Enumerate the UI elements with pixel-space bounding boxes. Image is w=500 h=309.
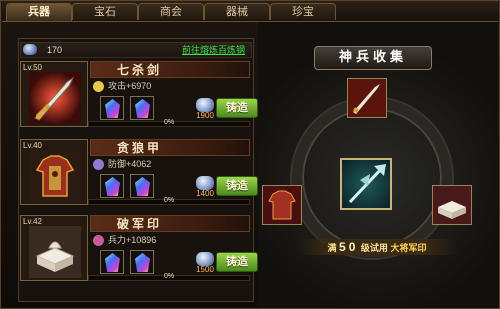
troops-icon [93, 235, 104, 246]
refined-steel-icon [23, 44, 37, 55]
item-thumbnail[interactable]: Lv.40 [20, 139, 88, 205]
crystal-icon [135, 99, 150, 118]
collection-slot-sword[interactable] [347, 78, 387, 118]
item-name: 破军印 [117, 217, 163, 231]
collection-center-weapon[interactable] [340, 158, 392, 210]
gem-slot[interactable] [100, 96, 124, 120]
seal-icon [433, 186, 471, 224]
weapon-item-seal: Lv.42 破军印 兵力+10896 1500 铸造 0% [20, 215, 258, 281]
item-stat-row: 兵力+10896 [92, 234, 250, 248]
forge-cost: 1400 [194, 176, 216, 198]
collection-footer: 满 50 级试用 大将军印 [298, 239, 456, 255]
forge-button[interactable]: 铸造 [216, 176, 258, 196]
progress-label: 0% [163, 197, 175, 204]
footer-mid: 级试用 [360, 243, 388, 253]
tab-bar: 兵器 宝石 商会 器械 珍宝 [2, 1, 498, 22]
item-stat-row: 攻击+6970 [92, 80, 250, 94]
gem-slot[interactable] [100, 250, 124, 274]
item-stat: 防御+4062 [108, 159, 152, 169]
item-stat: 兵力+10896 [108, 235, 157, 245]
armor-icon [263, 186, 301, 224]
gem-slot[interactable] [100, 174, 124, 198]
item-name-bar: 破军印 [90, 215, 250, 232]
tab-weapons[interactable]: 兵器 [6, 3, 72, 21]
steel-count: 170 [47, 45, 63, 55]
sword-icon [348, 79, 386, 117]
item-name-bar: 七杀剑 [90, 61, 250, 78]
item-stat: 攻击+6970 [108, 81, 152, 91]
crystal-icon [105, 99, 120, 118]
gem-slot[interactable] [130, 250, 154, 274]
progress-label: 0% [163, 119, 175, 126]
refined-steel-icon [196, 252, 214, 266]
refined-steel-icon [196, 98, 214, 112]
defense-icon [93, 159, 104, 170]
footer-prefix: 满 [327, 243, 337, 253]
seal-icon [29, 226, 81, 278]
forge-cost: 1900 [194, 98, 216, 120]
collection-slot-seal[interactable] [432, 185, 472, 225]
tab-machinery[interactable]: 器械 [204, 3, 270, 20]
crystal-icon [105, 177, 120, 196]
halberd-icon [348, 164, 386, 204]
weapon-item-armor: Lv.40 贪狼甲 防御+4062 1400 铸造 0% [20, 139, 258, 205]
forge-button[interactable]: 铸造 [216, 252, 258, 272]
collection-title: 神兵收集 [314, 46, 432, 70]
crystal-icon [105, 253, 120, 272]
footer-reward: 大将军印 [390, 243, 427, 253]
forge-progress-bar: 0% [88, 119, 250, 127]
resource-bar: 170 前往熔炼百炼钢 [20, 42, 252, 58]
item-thumbnail[interactable]: Lv.42 [20, 215, 88, 281]
item-name-bar: 贪狼甲 [90, 139, 250, 156]
forge-button[interactable]: 铸造 [216, 98, 258, 118]
progress-label: 0% [163, 273, 175, 280]
gem-slot[interactable] [130, 96, 154, 120]
item-level: Lv.50 [23, 63, 42, 72]
forge-progress-bar: 0% [88, 197, 250, 205]
footer-level: 50 [339, 240, 359, 254]
item-level: Lv.42 [23, 217, 42, 226]
item-level: Lv.40 [23, 141, 42, 150]
weapon-item-sword: Lv.50 七杀剑 攻击+6970 1900 铸造 0% [20, 61, 258, 127]
sword-icon [29, 72, 81, 124]
crystal-icon [135, 253, 150, 272]
item-thumbnail[interactable]: Lv.50 [20, 61, 88, 127]
item-name: 贪狼甲 [117, 141, 163, 155]
item-stat-row: 防御+4062 [92, 158, 250, 172]
tab-guild[interactable]: 商会 [138, 3, 204, 20]
tab-treasures[interactable]: 珍宝 [270, 3, 336, 20]
go-smelt-link[interactable]: 前往熔炼百炼钢 [182, 43, 245, 57]
tab-gems[interactable]: 宝石 [72, 3, 138, 20]
forge-progress-bar: 0% [88, 273, 250, 281]
armor-icon [29, 150, 81, 202]
crystal-icon [135, 177, 150, 196]
gem-slot[interactable] [130, 174, 154, 198]
collection-slot-armor[interactable] [262, 185, 302, 225]
forge-cost: 1500 [194, 252, 216, 274]
item-name: 七杀剑 [117, 63, 163, 77]
refined-steel-icon [196, 176, 214, 190]
attack-icon [93, 81, 104, 92]
